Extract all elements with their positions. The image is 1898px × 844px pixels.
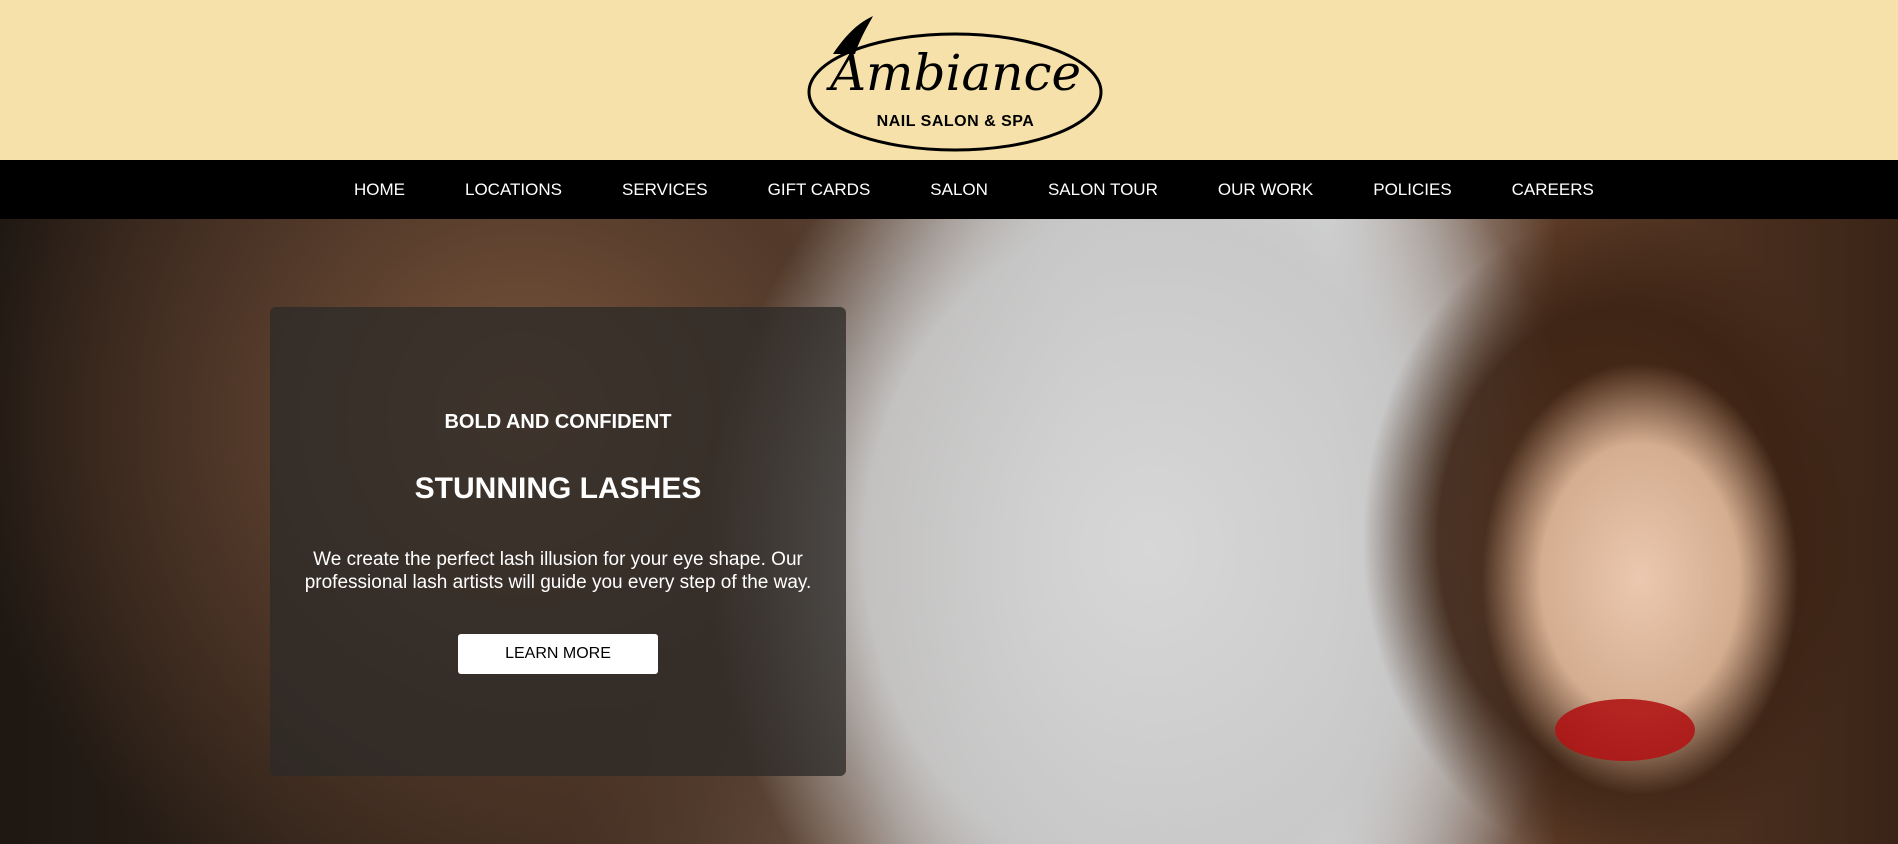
nav-item-home[interactable]: HOME xyxy=(354,180,405,200)
nav-item-salon-tour[interactable]: SALON TOUR xyxy=(1048,180,1158,200)
nav-item-services[interactable]: SERVICES xyxy=(622,180,708,200)
hero-photo-accent xyxy=(1555,699,1695,761)
nav-item-gift-cards[interactable]: GIFT CARDS xyxy=(768,180,871,200)
hero-description: We create the perfect lash illusion for … xyxy=(304,549,812,593)
hero-card: BOLD AND CONFIDENT STUNNING LASHES We cr… xyxy=(270,307,846,776)
nav-item-our-work[interactable]: OUR WORK xyxy=(1218,180,1313,200)
hero-eyebrow: BOLD AND CONFIDENT xyxy=(444,411,672,433)
nav-item-policies[interactable]: POLICIES xyxy=(1373,180,1451,200)
main-nav: HOME LOCATIONS SERVICES GIFT CARDS SALON… xyxy=(0,160,1898,219)
nav-item-salon[interactable]: SALON xyxy=(930,180,988,200)
brand-logo[interactable]: Ambiance NAIL SALON & SPA xyxy=(803,14,1108,154)
site-header: Ambiance NAIL SALON & SPA xyxy=(0,0,1898,160)
nav-item-locations[interactable]: LOCATIONS xyxy=(465,180,562,200)
logo-wordmark: Ambiance xyxy=(829,44,1082,102)
learn-more-button[interactable]: LEARN MORE xyxy=(458,634,658,674)
hero-banner: BOLD AND CONFIDENT STUNNING LASHES We cr… xyxy=(0,219,1898,844)
hero-title: STUNNING LASHES xyxy=(414,472,702,505)
nav-item-careers[interactable]: CAREERS xyxy=(1512,180,1594,200)
logo-subtitle: NAIL SALON & SPA xyxy=(876,113,1035,130)
